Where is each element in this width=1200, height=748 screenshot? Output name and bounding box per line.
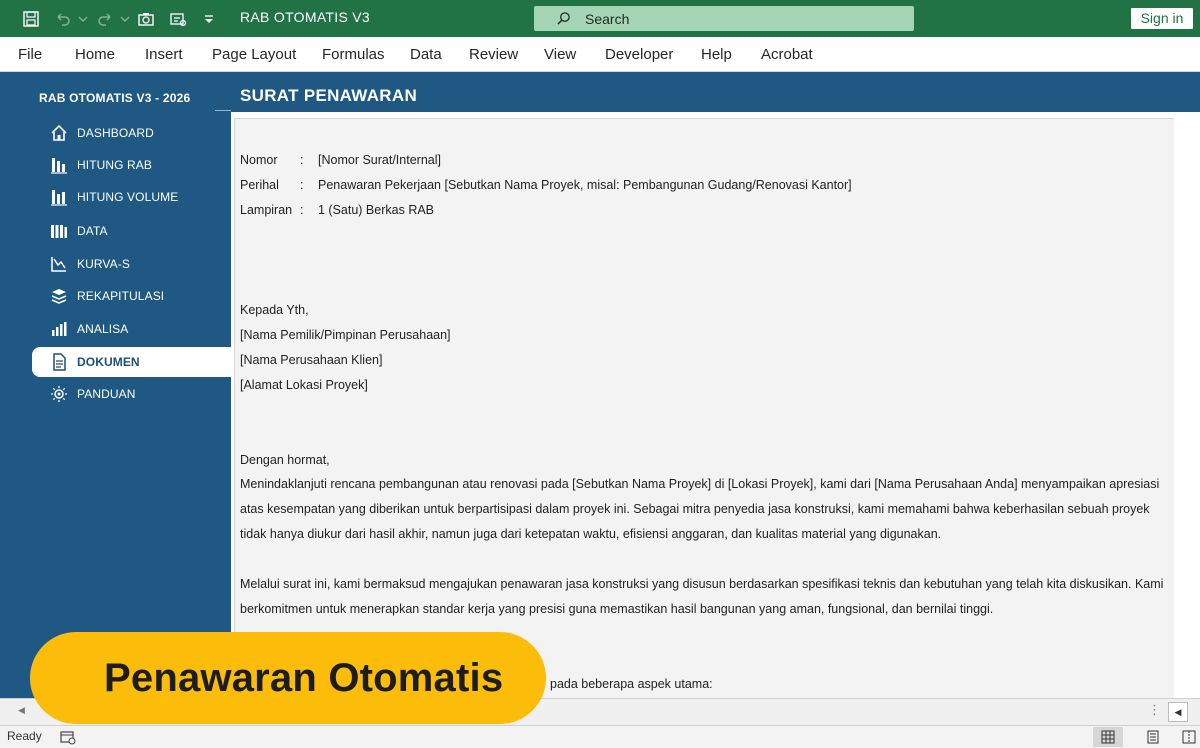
scroll-left-icon[interactable]: ◀ xyxy=(18,705,25,716)
page-layout-view-button[interactable] xyxy=(1138,727,1168,747)
perihal-colon: : xyxy=(300,178,304,192)
tab-view[interactable]: View xyxy=(544,46,576,63)
sidebar-item-label: KURVA-S xyxy=(77,257,130,271)
form-icon[interactable] xyxy=(167,8,189,30)
accessibility-icon[interactable] xyxy=(60,729,76,745)
sidebar-item-panduan[interactable]: PANDUAN xyxy=(32,379,231,409)
tab-review[interactable]: Review xyxy=(469,46,518,63)
document-icon xyxy=(49,352,69,372)
recipient-line: [Nama Perusahaan Klien] xyxy=(240,353,383,367)
more-icon[interactable]: ⋮ xyxy=(1148,702,1161,718)
search-box[interactable]: Search xyxy=(534,6,914,31)
paragraph-line: pada beberapa aspek utama: xyxy=(550,677,713,691)
recipient-line: [Alamat Lokasi Proyek] xyxy=(240,378,368,392)
sidebar-item-rekapitulasi[interactable]: REKAPITULASI xyxy=(32,281,231,311)
tab-help[interactable]: Help xyxy=(701,46,732,63)
sidebar-title: RAB OTOMATIS V3 - 2026 xyxy=(39,91,191,105)
curve-icon xyxy=(49,254,69,274)
tab-formulas[interactable]: Formulas xyxy=(322,46,385,63)
nomor-label: Nomor xyxy=(240,153,278,167)
sidebar-divider xyxy=(215,110,231,111)
paragraph-line: tidak hanya diukur dari hasil akhir, nam… xyxy=(240,527,942,541)
greeting: Dengan hormat, xyxy=(240,453,330,467)
sidebar-item-label: HITUNG RAB xyxy=(77,158,153,172)
search-placeholder: Search xyxy=(585,10,630,27)
nomor-value: [Nomor Surat/Internal] xyxy=(318,153,441,167)
paragraph-line: Menindaklanjuti rencana pembangunan atau… xyxy=(240,477,1160,491)
nomor-colon: : xyxy=(300,153,304,167)
sidebar-item-kurva-s[interactable]: KURVA-S xyxy=(32,249,231,279)
recipient-line: [Nama Pemilik/Pimpinan Perusahaan] xyxy=(240,328,451,342)
grid-icon xyxy=(1101,730,1115,744)
tab-developer[interactable]: Developer xyxy=(605,46,673,63)
page-break-icon xyxy=(1182,730,1196,744)
volume-icon xyxy=(49,187,69,207)
lampiran-value: 1 (Satu) Berkas RAB xyxy=(318,203,435,217)
promo-banner: Penawaran Otomatis xyxy=(30,632,546,724)
sidebar-item-data[interactable]: DATA xyxy=(32,216,231,246)
redo-dropdown-icon[interactable] xyxy=(114,8,136,30)
tab-acrobat[interactable]: Acrobat xyxy=(761,46,813,63)
status-bar: Ready xyxy=(0,725,1200,748)
undo-dropdown-icon[interactable] xyxy=(72,8,94,30)
tab-page-layout[interactable]: Page Layout xyxy=(212,46,296,63)
bar-chart-icon xyxy=(49,319,69,339)
tab-home[interactable]: Home xyxy=(75,46,115,63)
camera-icon[interactable] xyxy=(135,8,157,30)
page-header: SURAT PENAWARAN xyxy=(231,72,1200,112)
sidebar-item-label: DATA xyxy=(77,224,108,238)
sidebar-item-hitung-rab[interactable]: HITUNG RAB xyxy=(32,150,231,180)
undo-icon[interactable] xyxy=(52,8,74,30)
title-bar: RAB OTOMATIS V3 Search Sign in xyxy=(0,0,1200,37)
normal-view-button[interactable] xyxy=(1093,727,1123,747)
sidebar-item-analisa[interactable]: ANALISA xyxy=(32,314,231,344)
scroll-left-button[interactable]: ◀ xyxy=(1168,702,1188,722)
home-icon xyxy=(49,123,69,143)
tab-file[interactable]: File xyxy=(18,46,42,63)
paragraph-line: atas kesempatan yang diberikan untuk ber… xyxy=(240,502,1150,516)
sidebar-item-label: PANDUAN xyxy=(77,387,136,401)
perihal-label: Perihal xyxy=(240,178,279,192)
sidebar-item-dokumen[interactable]: DOKUMEN xyxy=(32,347,231,377)
sidebar-item-label: DASHBOARD xyxy=(77,126,154,140)
search-icon xyxy=(557,12,570,25)
lightbulb-icon xyxy=(49,384,69,404)
paragraph-line: berkomitmen untuk menerapkan standar ker… xyxy=(240,602,994,616)
sheet-right-margin xyxy=(1174,118,1200,698)
sidebar-item-dashboard[interactable]: DASHBOARD xyxy=(32,118,231,148)
tab-insert[interactable]: Insert xyxy=(145,46,183,63)
tab-data[interactable]: Data xyxy=(410,46,442,63)
page-layout-icon xyxy=(1147,730,1159,744)
page-title: SURAT PENAWARAN xyxy=(240,86,418,105)
stack-icon xyxy=(49,286,69,306)
recipient-line: Kepada Yth, xyxy=(240,303,309,317)
sidebar-item-label: ANALISA xyxy=(77,322,129,336)
lampiran-colon: : xyxy=(300,203,304,217)
sidebar-item-label: HITUNG VOLUME xyxy=(77,190,179,204)
sidebar-item-label: REKAPITULASI xyxy=(77,289,165,303)
redo-icon[interactable] xyxy=(94,8,116,30)
page-break-view-button[interactable] xyxy=(1178,727,1200,747)
paragraph-line: Melalui surat ini, kami bermaksud mengaj… xyxy=(240,577,1164,591)
calculate-icon xyxy=(49,155,69,175)
status-text: Ready xyxy=(7,729,42,743)
letter-document[interactable]: Nomor : [Nomor Surat/Internal] Perihal :… xyxy=(234,118,1175,700)
lampiran-label: Lampiran xyxy=(240,203,293,217)
sidebar-item-hitung-volume[interactable]: HITUNG VOLUME xyxy=(32,182,231,212)
save-icon[interactable] xyxy=(20,8,42,30)
sidebar: RAB OTOMATIS V3 - 2026 DASHBOARD HITUNG … xyxy=(0,72,231,698)
sidebar-item-label: DOKUMEN xyxy=(77,355,140,369)
sign-in-button[interactable]: Sign in xyxy=(1131,8,1193,29)
perihal-value: Penawaran Pekerjaan [Sebutkan Nama Proye… xyxy=(318,178,852,192)
app-title: RAB OTOMATIS V3 xyxy=(240,9,371,25)
data-icon xyxy=(49,221,69,241)
banner-text: Penawaran Otomatis xyxy=(104,655,504,700)
customize-qat-icon[interactable] xyxy=(198,8,220,30)
ribbon-tabs: File Home Insert Page Layout Formulas Da… xyxy=(0,37,1200,72)
